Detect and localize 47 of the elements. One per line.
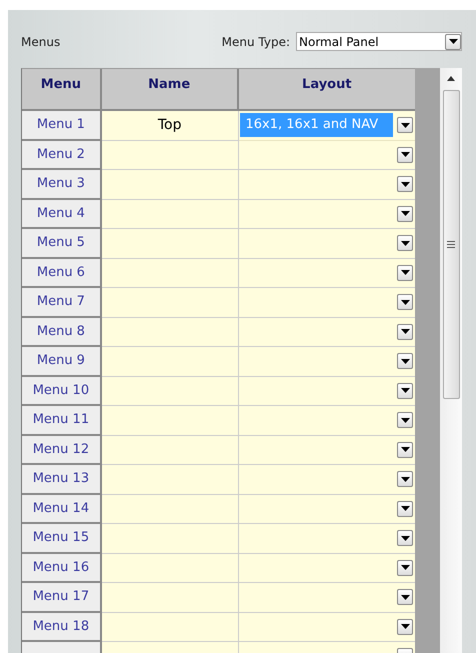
section-title: Menus bbox=[21, 34, 60, 48]
table-cell: Top bbox=[102, 111, 239, 140]
table-cell[interactable] bbox=[238, 229, 416, 258]
table-cell[interactable] bbox=[238, 583, 416, 612]
table-cell[interactable] bbox=[238, 347, 416, 376]
table-cell[interactable] bbox=[238, 436, 416, 465]
row-header[interactable]: Menu 13 bbox=[22, 465, 102, 494]
menu-type-dropdown[interactable]: Normal Panel bbox=[296, 32, 462, 51]
row-header[interactable]: Menu 11 bbox=[22, 406, 102, 436]
row-header[interactable]: Menu 16 bbox=[22, 554, 102, 583]
row-header[interactable]: Menu 10 bbox=[22, 376, 102, 406]
row-header[interactable]: Menu 17 bbox=[22, 583, 102, 612]
row-header[interactable]: Menu 15 bbox=[22, 524, 102, 554]
table-cell[interactable] bbox=[238, 200, 416, 229]
scroll-up-icon[interactable] bbox=[447, 76, 456, 81]
column-header[interactable]: Name bbox=[102, 69, 239, 111]
table-cell[interactable] bbox=[238, 494, 416, 524]
table-cell[interactable] bbox=[238, 554, 416, 583]
menu-type-label: Menu Type: bbox=[222, 34, 290, 48]
row-header[interactable]: Menu 5 bbox=[22, 229, 102, 258]
row-header[interactable]: Menu 6 bbox=[22, 258, 102, 288]
row-header[interactable]: Menu 8 bbox=[22, 318, 102, 347]
row-header[interactable]: Menu 18 bbox=[22, 612, 102, 642]
table-cell[interactable] bbox=[238, 524, 416, 554]
row-header[interactable]: Menu 9 bbox=[22, 347, 102, 376]
table-cell[interactable] bbox=[238, 406, 416, 436]
row-header[interactable]: Menu 14 bbox=[22, 494, 102, 524]
row-header[interactable]: Menu 4 bbox=[22, 200, 102, 229]
vertical-scrollbar[interactable] bbox=[440, 68, 462, 653]
row-header[interactable]: Menu 3 bbox=[22, 170, 102, 200]
row-header[interactable]: Menu 1 bbox=[22, 111, 102, 140]
row-header[interactable]: Menu 7 bbox=[22, 288, 102, 318]
column-header[interactable]: Menu bbox=[22, 69, 102, 111]
row-header[interactable]: Menu 2 bbox=[22, 140, 102, 170]
table-cell[interactable] bbox=[238, 376, 416, 406]
table-cell[interactable] bbox=[238, 288, 416, 318]
table-cell[interactable] bbox=[238, 170, 416, 200]
layout-value: 16x1, 16x1 and NAV bbox=[240, 113, 394, 136]
table-cell[interactable] bbox=[238, 258, 416, 288]
table-cell[interactable] bbox=[238, 465, 416, 494]
column-header[interactable]: Layout bbox=[238, 69, 416, 111]
table-cell[interactable] bbox=[238, 612, 416, 642]
row-header[interactable]: Menu 12 bbox=[22, 436, 102, 465]
table-cell[interactable] bbox=[238, 140, 416, 170]
scrollbar-thumb[interactable] bbox=[442, 90, 460, 399]
table-cell[interactable] bbox=[238, 318, 416, 347]
grip-icon bbox=[447, 241, 456, 248]
